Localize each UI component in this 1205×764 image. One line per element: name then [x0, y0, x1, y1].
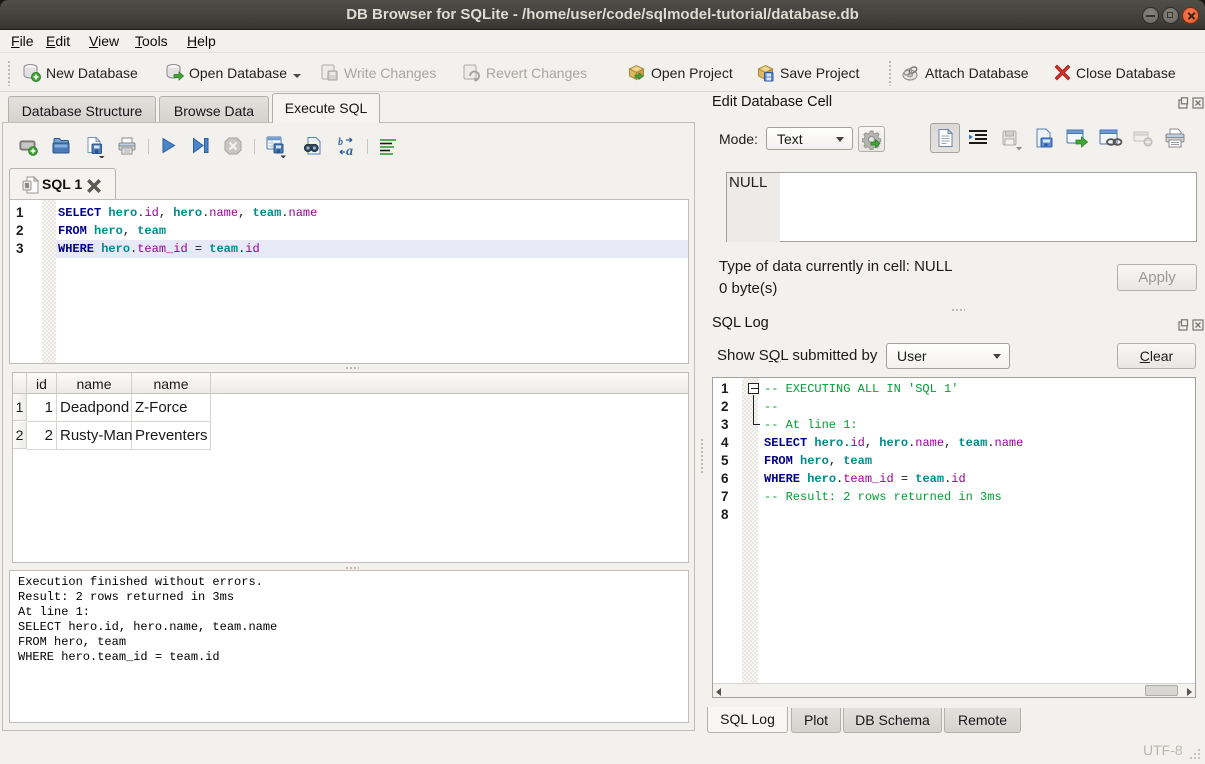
svg-text:a: a: [346, 144, 353, 157]
svg-text:b: b: [338, 137, 343, 148]
